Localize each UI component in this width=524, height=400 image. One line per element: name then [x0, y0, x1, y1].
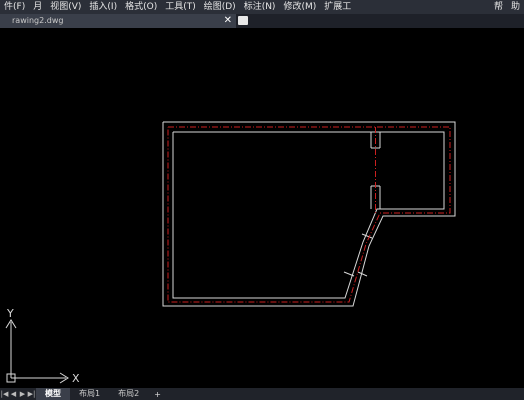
- drawing-tab-label: rawing2.dwg: [12, 16, 64, 25]
- tab-layout1[interactable]: 布局1: [70, 388, 109, 400]
- menu-insert[interactable]: 插入(I): [85, 0, 121, 14]
- close-icon[interactable]: ✕: [224, 14, 232, 28]
- menu-bar: 件(F) 月 视图(V) 插入(I) 格式(O) 工具(T) 绘图(D) 标注(…: [0, 0, 524, 14]
- menu-view[interactable]: 视图(V): [46, 0, 85, 14]
- new-drawing-icon[interactable]: [238, 16, 248, 25]
- canvas-background: [0, 28, 524, 387]
- tab-model[interactable]: 模型: [36, 388, 70, 400]
- menu-format[interactable]: 格式(O): [121, 0, 161, 14]
- document-tab-bar: rawing2.dwg ✕: [0, 14, 524, 28]
- menu-file[interactable]: 件(F): [0, 0, 29, 14]
- ucs-x-label: X: [72, 372, 80, 385]
- last-tab-icon[interactable]: ▶|: [27, 388, 36, 400]
- ucs-y-label: Y: [6, 307, 14, 320]
- first-tab-icon[interactable]: |◀: [0, 388, 9, 400]
- menu-dimension[interactable]: 标注(N): [240, 0, 280, 14]
- menu-draw[interactable]: 绘图(D): [200, 0, 240, 14]
- tab-layout2[interactable]: 布局2: [109, 388, 148, 400]
- menu-modify[interactable]: 修改(M): [279, 0, 320, 14]
- menu-edit[interactable]: 月: [29, 0, 46, 14]
- layout-tab-bar: |◀ ◀ ▶ ▶| 模型 布局1 布局2 +: [0, 388, 524, 400]
- menu-help[interactable]: 帮: [490, 0, 507, 14]
- prev-tab-icon[interactable]: ◀: [9, 388, 18, 400]
- menu-tools[interactable]: 工具(T): [161, 0, 200, 14]
- drawing-tab[interactable]: rawing2.dwg ✕: [0, 14, 236, 28]
- add-layout-button[interactable]: +: [148, 390, 167, 399]
- menu-extend[interactable]: 扩展工: [320, 0, 355, 14]
- next-tab-icon[interactable]: ▶: [18, 388, 27, 400]
- drawing-canvas[interactable]: Y X: [0, 28, 524, 387]
- menu-extra[interactable]: 助: [507, 0, 524, 14]
